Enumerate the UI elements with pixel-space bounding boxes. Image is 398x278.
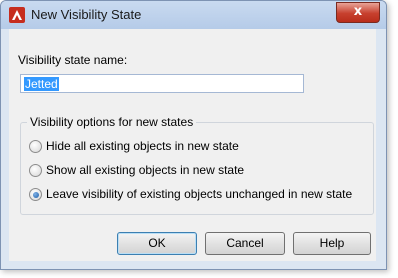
help-button[interactable]: Help (293, 232, 371, 255)
radio-button[interactable] (29, 164, 42, 177)
dialog-body: Visibility state name: Jetted Visibility… (9, 29, 376, 261)
visibility-state-name-input[interactable]: Jetted (20, 74, 304, 93)
radio-button[interactable] (29, 140, 42, 153)
radio-label: Leave visibility of existing objects unc… (46, 187, 353, 201)
close-button[interactable]: x (336, 2, 380, 23)
visibility-options-title: Visibility options for new states (27, 115, 197, 129)
title-bar[interactable]: New Visibility State x (1, 1, 386, 29)
visibility-state-name-label: Visibility state name: (18, 53, 128, 67)
autocad-a-icon (9, 7, 25, 23)
name-input-value: Jetted (24, 77, 59, 91)
radio-label: Hide all existing objects in new state (46, 139, 239, 153)
ok-button[interactable]: OK (117, 232, 197, 255)
dialog-window: New Visibility State x Visibility state … (0, 0, 387, 270)
dialog-title: New Visibility State (31, 7, 142, 22)
radio-button-selected[interactable] (29, 188, 42, 201)
cancel-button[interactable]: Cancel (205, 232, 285, 255)
radio-label: Show all existing objects in new state (46, 163, 245, 177)
